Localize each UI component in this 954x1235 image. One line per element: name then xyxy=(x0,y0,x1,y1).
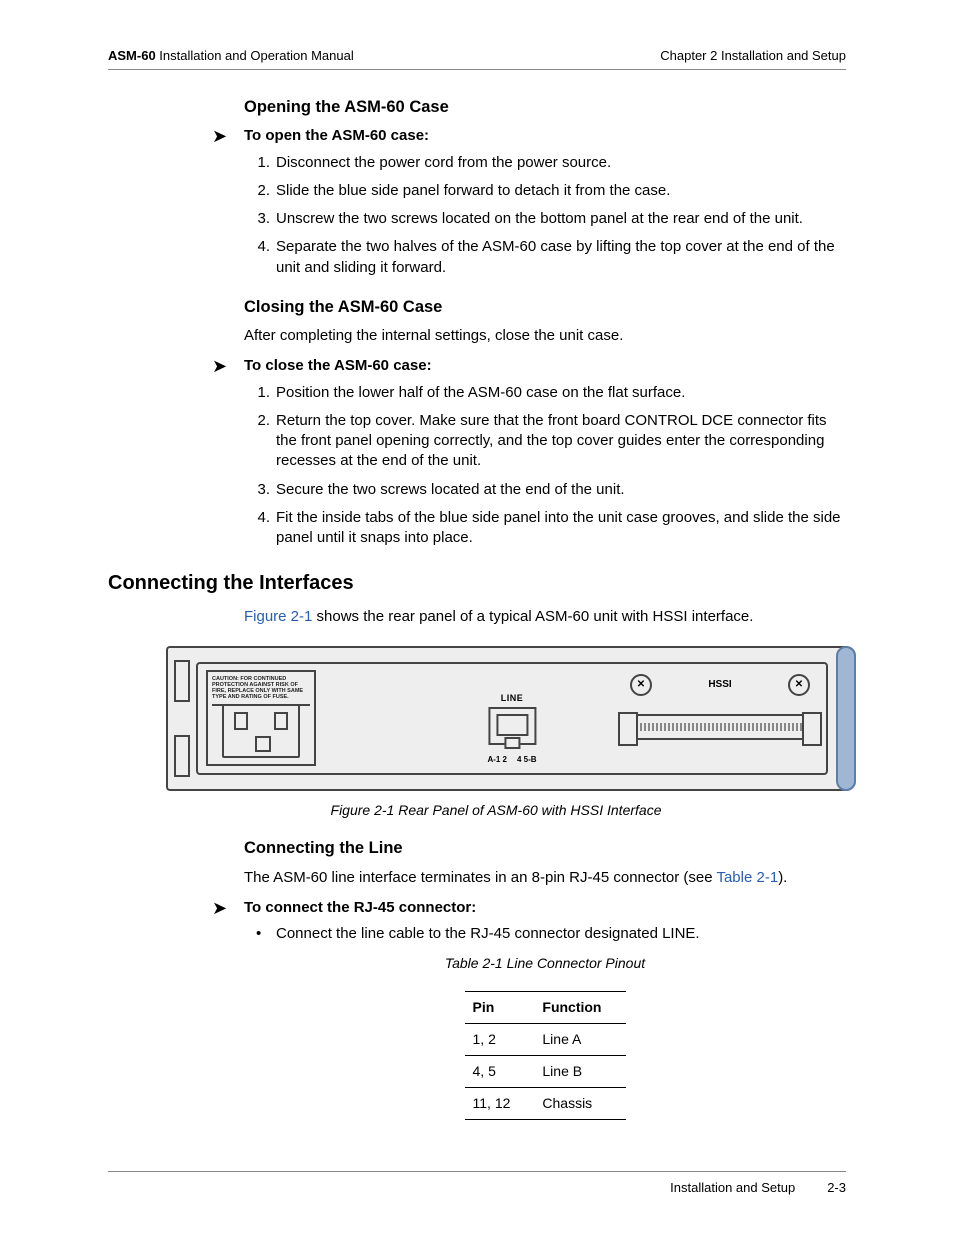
list-item: 2.Return the top cover. Make sure that t… xyxy=(276,411,846,472)
pin-label-left: A-1 2 xyxy=(487,755,507,766)
page-header: ASM-60 Installation and Operation Manual… xyxy=(108,48,846,70)
rj45-lead-text: To connect the RJ-45 connector: xyxy=(244,899,476,916)
list-item: Connect the line cable to the RJ-45 conn… xyxy=(276,924,846,944)
table-header-row: Pin Function xyxy=(465,992,626,1024)
procedure-lead-close: ➤ To close the ASM-60 case: xyxy=(244,356,846,376)
header-left: ASM-60 Installation and Operation Manual xyxy=(108,48,354,63)
hssi-connector-icon xyxy=(634,714,806,740)
procedure-lead-rj45: ➤ To connect the RJ-45 connector: xyxy=(244,898,846,918)
blue-side-panel xyxy=(836,646,856,791)
list-item: 3.Unscrew the two screws located on the … xyxy=(276,209,846,229)
figure-link[interactable]: Figure 2-1 xyxy=(244,608,312,625)
screw-icon: ✕ xyxy=(788,674,810,696)
list-item: 1.Position the lower half of the ASM-60 … xyxy=(276,383,846,403)
heading-opening-case: Opening the ASM-60 Case xyxy=(244,96,846,118)
header-right: Chapter 2 Installation and Setup xyxy=(660,48,846,63)
table-caption: Table 2-1 Line Connector Pinout xyxy=(244,954,846,973)
table-row: 4, 5 Line B xyxy=(465,1056,626,1088)
header-product: ASM-60 xyxy=(108,48,156,63)
arrow-icon: ➤ xyxy=(212,357,227,375)
list-item: 4.Separate the two halves of the ASM-60 … xyxy=(276,237,846,278)
pinout-table: Pin Function 1, 2 Line A 4, 5 Line B 11,… xyxy=(465,991,626,1120)
line-intro: The ASM-60 line interface terminates in … xyxy=(244,868,846,888)
table-link[interactable]: Table 2-1 xyxy=(716,869,778,886)
figure-rear-panel: CAUTION: FOR CONTINUED PROTECTION AGAINS… xyxy=(136,646,856,791)
conn-intro: Figure 2-1 shows the rear panel of a typ… xyxy=(244,607,846,627)
col-header-function: Function xyxy=(534,992,625,1024)
rj45-bullet-list: Connect the line cable to the RJ-45 conn… xyxy=(244,924,846,944)
screw-icon: ✕ xyxy=(630,674,652,696)
table-row: 1, 2 Line A xyxy=(465,1024,626,1056)
heading-connecting-line: Connecting the Line xyxy=(244,837,846,859)
hssi-label: HSSI xyxy=(708,678,731,692)
open-steps-list: 1.Disconnect the power cord from the pow… xyxy=(244,153,846,278)
arrow-icon: ➤ xyxy=(212,899,227,917)
col-header-pin: Pin xyxy=(465,992,535,1024)
close-lead-text: To close the ASM-60 case: xyxy=(244,357,432,374)
open-lead-text: To open the ASM-60 case: xyxy=(244,127,429,144)
procedure-lead-open: ➤ To open the ASM-60 case: xyxy=(244,126,846,146)
arrow-icon: ➤ xyxy=(212,127,227,145)
hssi-port-area: ✕ HSSI ✕ xyxy=(630,674,810,740)
list-item: 4.Fit the inside tabs of the blue side p… xyxy=(276,508,846,549)
rj45-port-icon xyxy=(488,707,536,745)
close-steps-list: 1.Position the lower half of the ASM-60 … xyxy=(244,383,846,549)
heading-connecting-interfaces: Connecting the Interfaces xyxy=(108,570,846,597)
figure-caption: Figure 2-1 Rear Panel of ASM-60 with HSS… xyxy=(136,801,856,820)
page-footer: Installation and Setup 2-3 xyxy=(108,1171,846,1195)
header-manual: Installation and Operation Manual xyxy=(156,48,354,63)
power-socket xyxy=(222,704,300,758)
footer-section: Installation and Setup xyxy=(670,1180,795,1195)
heading-closing-case: Closing the ASM-60 Case xyxy=(244,296,846,318)
power-supply-module: CAUTION: FOR CONTINUED PROTECTION AGAINS… xyxy=(206,670,316,766)
list-item: 3.Secure the two screws located at the e… xyxy=(276,480,846,500)
close-intro: After completing the internal settings, … xyxy=(244,326,846,346)
caution-label: CAUTION: FOR CONTINUED PROTECTION AGAINS… xyxy=(212,676,310,706)
footer-page-number: 2-3 xyxy=(827,1180,846,1195)
pin-label-right: 4 5-B xyxy=(517,755,537,766)
device-panel-illustration: CAUTION: FOR CONTINUED PROTECTION AGAINS… xyxy=(136,646,856,791)
table-row: 11, 12 Chassis xyxy=(465,1088,626,1120)
list-item: 2.Slide the blue side panel forward to d… xyxy=(276,181,846,201)
line-port-area: LINE A-1 2 4 5-B xyxy=(487,692,536,766)
line-label: LINE xyxy=(487,692,536,704)
list-item: 1.Disconnect the power cord from the pow… xyxy=(276,153,846,173)
